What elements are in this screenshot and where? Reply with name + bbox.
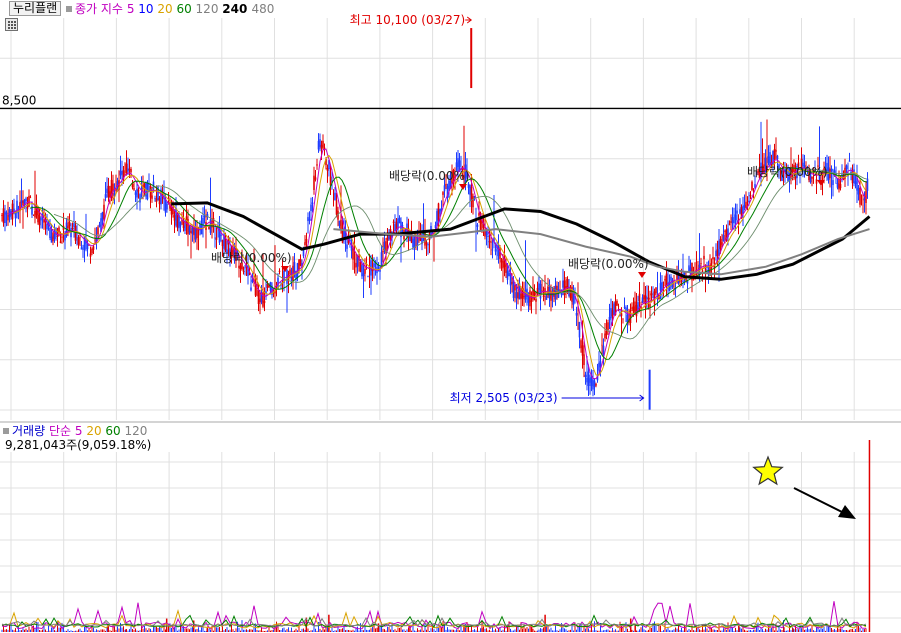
price-ma-period-480: 480 — [251, 2, 275, 16]
volume-ma-period-5: 5 — [74, 424, 87, 438]
price-ma-period-120: 120 — [195, 2, 223, 16]
ex-dividend-label: 배당락(0.00%) — [568, 257, 649, 271]
price-ma-period-20: 20 — [157, 2, 177, 16]
volume-ma-label: 단순 — [48, 424, 72, 438]
price-ma-period-240: 240 — [222, 2, 252, 16]
low-annotation: 최저 2,505 (03/23) — [450, 391, 558, 405]
volume-readout: 9,281,043주(9,059.18%) — [5, 438, 152, 452]
ex-dividend-label: 배당락(0.00%) — [211, 251, 292, 265]
legend-marker-icon — [66, 6, 72, 12]
chart-canvas: 8,500 최고 10,100 (03/27) 최저 2,505 (03/23) 배당… — [0, 13, 901, 632]
volume-legend: 거래량 단순 5 20 60 120 — [3, 424, 147, 438]
price-ma-period-10: 10 — [138, 2, 158, 16]
volume-ma-period-20: 20 — [86, 424, 106, 438]
calculator-icon[interactable] — [5, 18, 18, 31]
price-ma-legend: 종가 지수 5 10 20 60 120 240 480 — [66, 2, 274, 16]
legend-marker-icon — [3, 428, 9, 434]
stock-name-button[interactable]: 누리플랜 — [9, 1, 62, 16]
price-ma-period-60: 60 — [176, 2, 196, 16]
star-icon — [752, 455, 784, 486]
high-arrow-icon — [465, 16, 473, 24]
volume-ma-period-60: 60 — [105, 424, 125, 438]
price-ma-period-5: 5 — [126, 2, 139, 16]
price-ma-label: 종가 지수 — [75, 2, 123, 16]
ma-line-5 — [7, 148, 867, 380]
ma-line-120 — [53, 168, 868, 340]
ex-dividend-label: 배당락(0.00%) — [389, 169, 470, 183]
ex-dividend-marker-icon — [638, 272, 646, 278]
price-ma-periods: 5 10 20 60 120 240 480 — [127, 2, 275, 16]
volume-ma-period-120: 120 — [124, 424, 148, 438]
ex-dividend-label: 배당락(0.00%) — [747, 165, 828, 179]
reference-line-label: 8,500 — [2, 93, 36, 107]
volume-label: 거래량 — [12, 424, 46, 438]
high-annotation: 최고 10,100 (03/27) — [350, 13, 466, 27]
volume-ma-periods: 5 20 60 120 — [75, 424, 148, 438]
low-arrow-icon — [561, 394, 645, 402]
stock-name: 누리플랜 — [13, 1, 58, 15]
